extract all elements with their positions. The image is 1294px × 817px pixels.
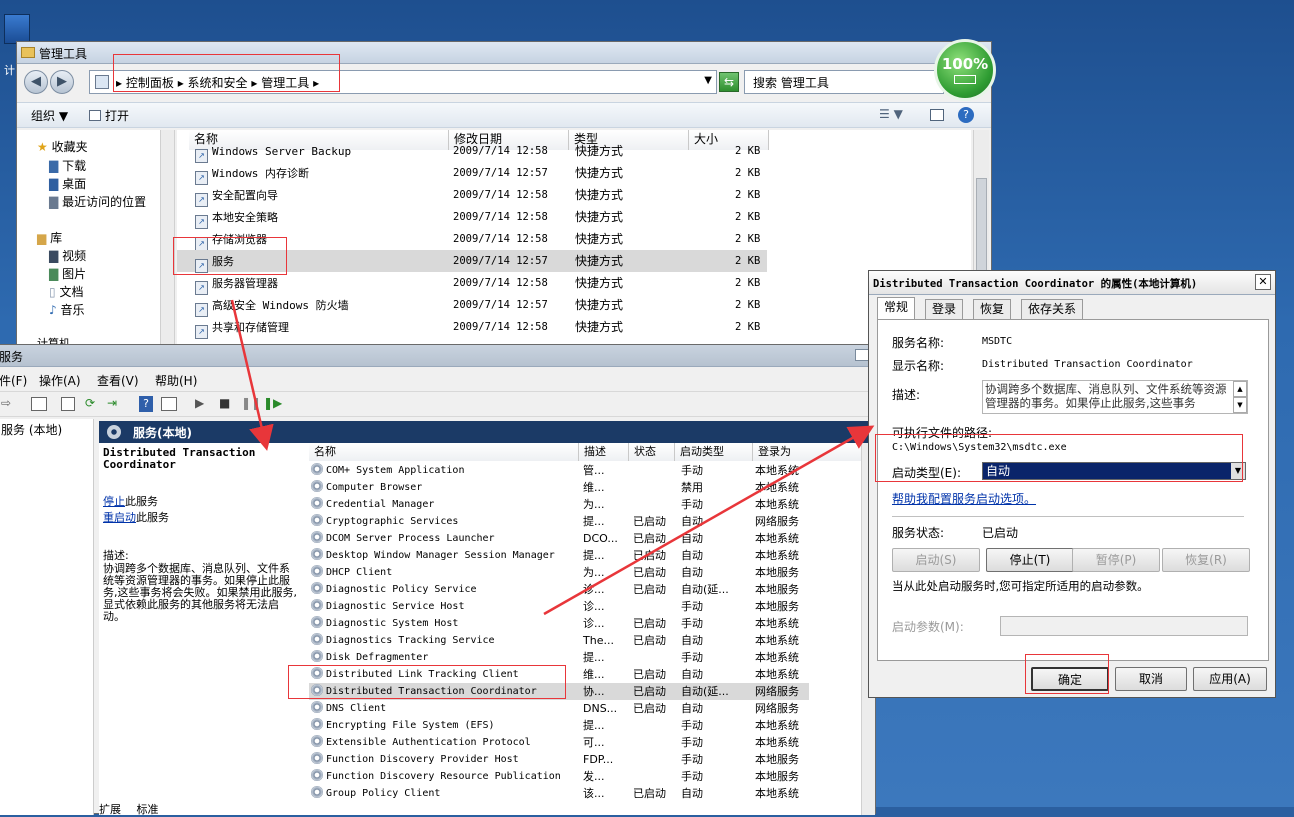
arrow-to-dialog [543, 425, 875, 616]
arrow-to-services-panel [230, 299, 274, 451]
annotation-arrows [230, 299, 875, 616]
